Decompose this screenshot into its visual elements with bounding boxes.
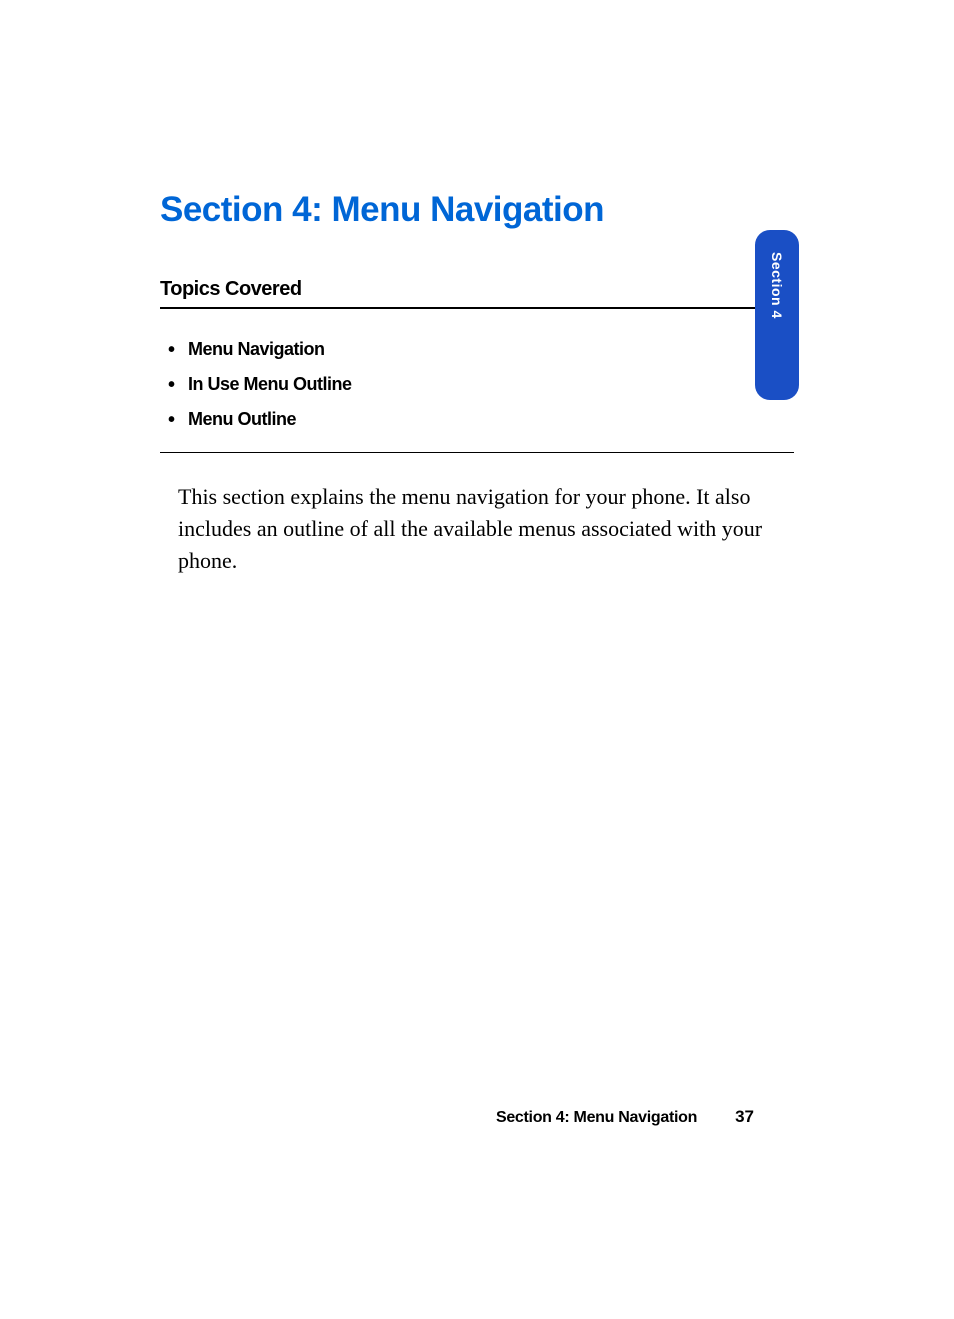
page-footer: Section 4: Menu Navigation 37: [496, 1107, 754, 1127]
footer-section-title: Section 4: Menu Navigation: [496, 1109, 697, 1127]
topics-list: Menu Navigation In Use Menu Outline Menu…: [160, 339, 794, 430]
topics-end-rule: [160, 452, 794, 453]
section-title: Section 4: Menu Navigation: [160, 190, 794, 230]
topic-item: Menu Outline: [160, 409, 794, 430]
section-body-text: This section explains the menu navigatio…: [160, 481, 794, 577]
side-tab-label: Section 4: [769, 252, 785, 319]
topic-item: Menu Navigation: [160, 339, 794, 360]
footer-page-number: 37: [735, 1107, 754, 1127]
section-side-tab: Section 4: [755, 230, 799, 400]
topics-rule: [160, 307, 794, 309]
topics-covered-heading: Topics Covered: [160, 278, 794, 301]
topic-item: In Use Menu Outline: [160, 374, 794, 395]
